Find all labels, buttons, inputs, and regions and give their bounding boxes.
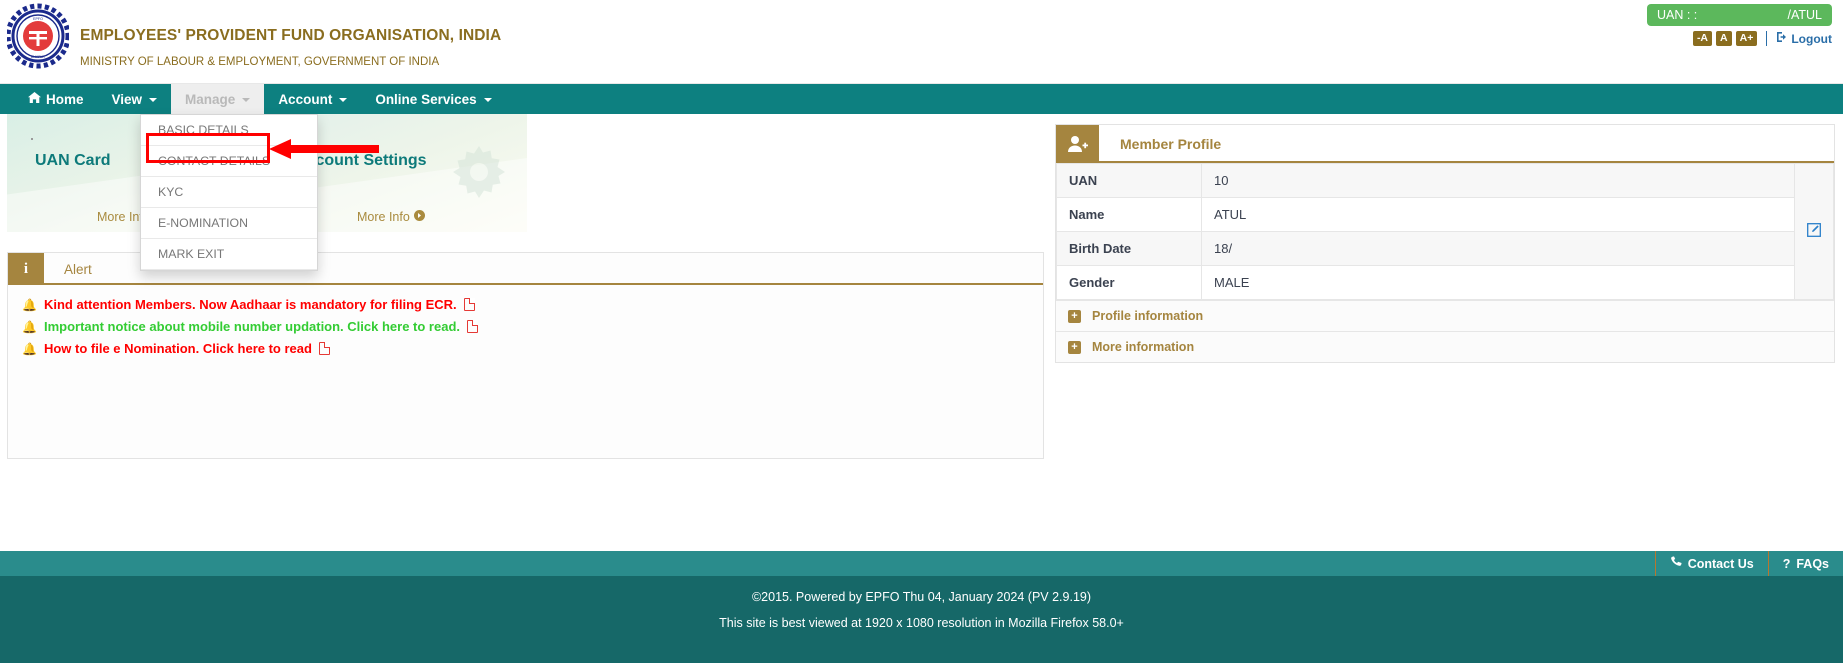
faqs-link[interactable]: ? FAQs — [1769, 551, 1843, 576]
pdf-icon[interactable] — [463, 298, 475, 311]
chevron-down-icon — [339, 98, 348, 102]
pdf-icon[interactable] — [318, 342, 330, 355]
menu-item-kyc[interactable]: KYC — [141, 177, 317, 208]
organisation-subtitle: MINISTRY OF LABOUR & EMPLOYMENT, GOVERNM… — [80, 56, 440, 68]
edit-pencil-icon[interactable] — [1807, 223, 1821, 240]
nav-item-manage[interactable]: Manage — [171, 84, 265, 114]
member-profile-title: Member Profile — [1120, 136, 1222, 152]
svg-text:EPFO: EPFO — [33, 17, 43, 21]
footer: ©2015. Powered by EPFO Thu 04, January 2… — [0, 576, 1843, 663]
alert-panel-title: Alert — [64, 261, 92, 277]
gear-icon — [453, 146, 505, 198]
table-row: Birth Date 18/ — [1056, 231, 1834, 266]
chevron-down-icon — [149, 98, 158, 102]
alert-item[interactable]: 🔔 Kind attention Members. Now Aadhaar is… — [22, 297, 1043, 312]
more-information-toggle[interactable]: + More information — [1056, 331, 1834, 362]
divider — [1766, 31, 1768, 46]
row-value-uan: 10 — [1201, 163, 1795, 198]
contact-us-label: Contact Us — [1687, 556, 1754, 571]
uan-badge-label: UAN : : — [1657, 8, 1698, 22]
phone-icon — [1670, 556, 1682, 571]
uan-badge-value: /ATUL — [1787, 8, 1823, 22]
more-info-label: More Info — [357, 210, 410, 224]
row-key-name: Name — [1056, 197, 1202, 232]
member-profile-panel: Member Profile UAN 10 Name ATUL Birth Da… — [1055, 124, 1835, 363]
alert-item[interactable]: 🔔 How to file e Nomination. Click here t… — [22, 341, 1043, 356]
alert-text: Kind attention Members. Now Aadhaar is m… — [43, 297, 457, 312]
edit-profile-cell[interactable] — [1794, 163, 1834, 300]
footer-links-bar: Contact Us ? FAQs — [0, 551, 1843, 576]
chevron-down-icon — [483, 98, 492, 102]
red-arrow-pointer — [269, 139, 379, 159]
font-decrease-button[interactable]: -A — [1692, 31, 1713, 46]
info-icon: i — [8, 253, 44, 285]
bell-icon: 🔔 — [22, 341, 37, 356]
logout-icon — [1776, 31, 1788, 46]
main-navigation: Home View Manage Account Online Services — [0, 84, 1843, 114]
table-row: Gender MALE — [1056, 265, 1834, 300]
arrow-circle-right-icon — [413, 210, 425, 224]
nav-item-home[interactable]: Home — [14, 84, 98, 114]
header-tools: -A A A+ Logout — [1692, 31, 1832, 46]
nav-item-account[interactable]: Account — [264, 84, 361, 114]
table-row: UAN 10 — [1056, 163, 1834, 300]
faqs-label: FAQs — [1796, 556, 1829, 571]
row-key-gender: Gender — [1056, 265, 1202, 300]
profile-information-label: Profile information — [1092, 309, 1204, 323]
footer-best-viewed: This site is best viewed at 1920 x 1080 … — [719, 616, 1124, 630]
row-key-uan: UAN — [1056, 163, 1202, 198]
bell-icon: 🔔 — [22, 297, 37, 312]
font-increase-button[interactable]: A+ — [1735, 31, 1758, 46]
contact-us-link[interactable]: Contact Us — [1656, 551, 1768, 576]
nav-label-account: Account — [278, 91, 333, 107]
svg-text:BHARAT: BHARAT — [31, 55, 46, 59]
alert-list: 🔔 Kind attention Members. Now Aadhaar is… — [8, 285, 1043, 356]
decorative-dot — [31, 138, 33, 140]
epfo-member-portal-page: EPFO BHARAT EMPLOYEES' PROVIDENT FUND OR… — [0, 0, 1843, 663]
question-icon: ? — [1782, 556, 1791, 571]
nav-label-home: Home — [46, 91, 84, 107]
logout-label: Logout — [1791, 31, 1832, 46]
row-value-name: ATUL — [1201, 197, 1795, 232]
nav-item-view[interactable]: View — [98, 84, 172, 114]
page-header: EPFO BHARAT EMPLOYEES' PROVIDENT FUND OR… — [0, 0, 1843, 84]
pdf-icon[interactable] — [467, 320, 478, 333]
alert-panel: i Alert 🔔 Kind attention Members. Now Aa… — [7, 252, 1044, 459]
uan-card-title: UAN Card — [35, 152, 111, 169]
profile-information-toggle[interactable]: + Profile information — [1056, 300, 1834, 331]
alert-text: Important notice about mobile number upd… — [43, 319, 460, 334]
menu-item-e-nomination[interactable]: E-NOMINATION — [141, 208, 317, 239]
account-settings-more-info-link[interactable]: More Info — [357, 210, 425, 224]
bell-icon: 🔔 — [22, 319, 37, 334]
nav-label-view: View — [111, 91, 143, 107]
row-value-birth-date: 18/ — [1201, 231, 1795, 266]
more-information-label: More information — [1092, 340, 1195, 354]
epfo-emblem-icon: EPFO BHARAT — [5, 3, 71, 69]
nav-label-manage: Manage — [185, 91, 236, 107]
right-column: Member Profile UAN 10 Name ATUL Birth Da… — [1055, 124, 1835, 363]
plus-icon: + — [1068, 340, 1081, 354]
member-profile-header: Member Profile — [1056, 125, 1834, 163]
font-normal-button[interactable]: A — [1716, 31, 1732, 46]
organisation-title: EMPLOYEES' PROVIDENT FUND ORGANISATION, … — [80, 27, 502, 44]
menu-item-mark-exit[interactable]: MARK EXIT — [141, 239, 317, 270]
row-value-gender: MALE — [1201, 265, 1795, 300]
alert-text: How to file e Nomination. Click here to … — [43, 341, 312, 356]
nav-label-online-services: Online Services — [375, 91, 477, 107]
row-key-birth-date: Birth Date — [1056, 231, 1202, 266]
uan-badge: UAN : : /ATUL — [1647, 4, 1832, 26]
chevron-down-icon — [242, 98, 251, 102]
member-profile-table: UAN 10 Name ATUL Birth Date 18/ Gender M… — [1056, 163, 1834, 300]
table-row: Name ATUL — [1056, 197, 1834, 232]
home-icon — [28, 91, 41, 107]
nav-item-online-services[interactable]: Online Services — [361, 84, 505, 114]
alert-item[interactable]: 🔔 Important notice about mobile number u… — [22, 319, 1043, 334]
footer-copyright: ©2015. Powered by EPFO Thu 04, January 2… — [751, 590, 1092, 604]
plus-icon: + — [1068, 309, 1081, 323]
manage-dropdown-menu: BASIC DETAILS CONTACT DETAILS KYC E-NOMI… — [140, 114, 379, 271]
user-add-icon — [1056, 125, 1099, 163]
logout-button[interactable]: Logout — [1776, 31, 1832, 46]
